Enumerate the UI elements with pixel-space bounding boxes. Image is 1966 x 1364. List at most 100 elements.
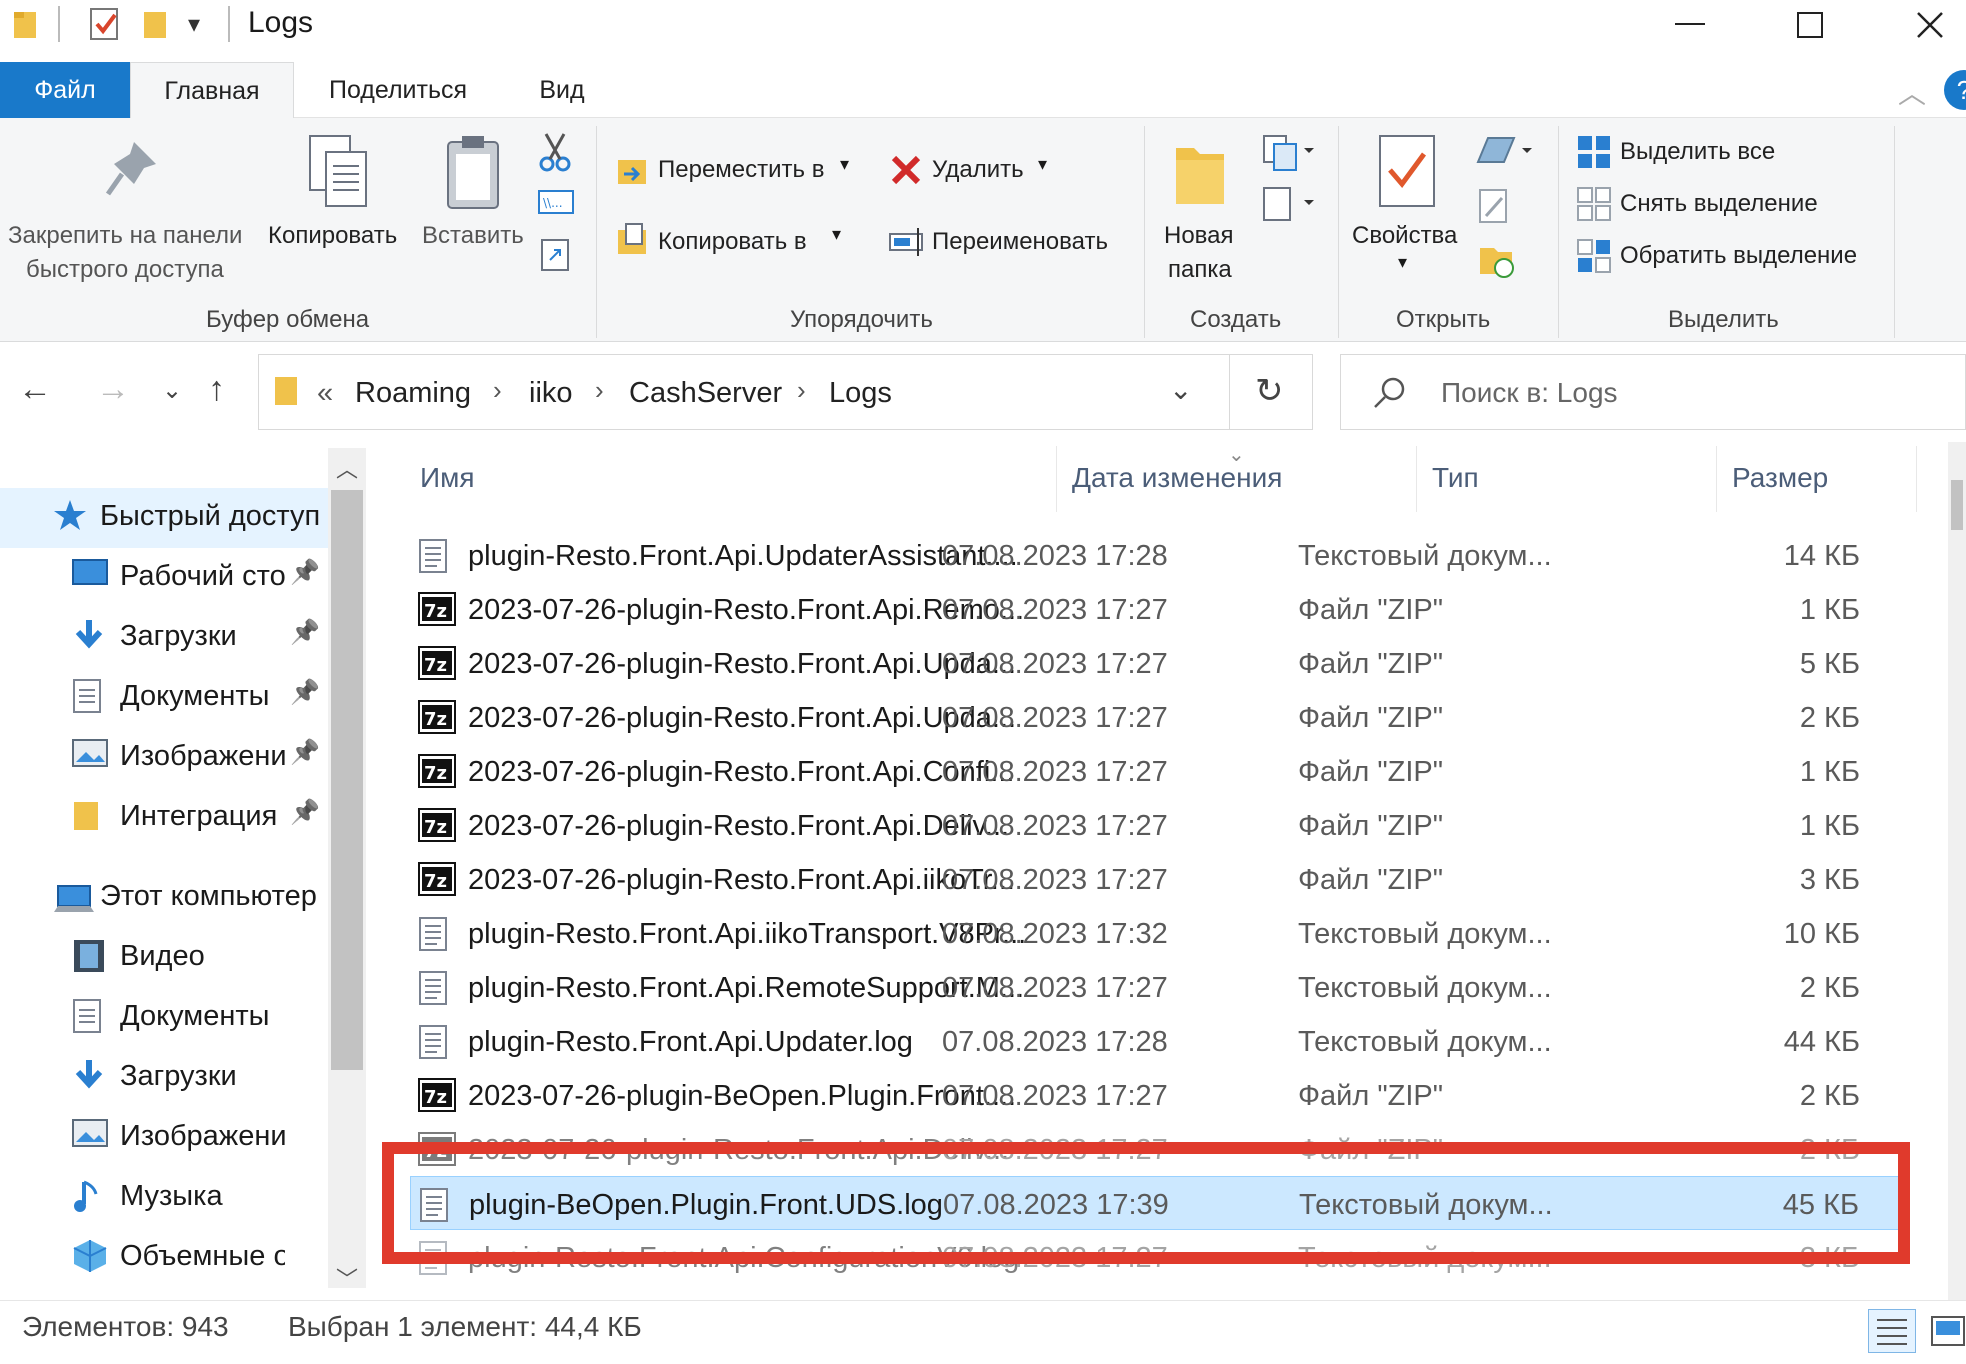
pin-icon[interactable]: 📌 [290,678,320,707]
select-all-icon[interactable] [1576,134,1612,170]
large-icons-view-icon[interactable] [1930,1311,1966,1351]
recent-locations-icon[interactable]: ⌄ [162,376,182,405]
select-none-button[interactable]: Снять выделение [1620,190,1818,218]
nav-this-pc[interactable]: Этот компьютер [100,880,326,913]
column-size[interactable]: Размер [1732,462,1828,494]
nav-item[interactable]: Изображения 📌 [0,728,330,784]
new-item-icon[interactable] [1260,132,1316,172]
file-row[interactable]: plugin-Resto.Front.Api.iikoTransport.V8P… [410,906,1900,960]
new-folder-quick-icon[interactable] [142,8,170,40]
paste-icon[interactable] [444,132,504,212]
refresh-icon[interactable]: ↻ [1255,371,1284,411]
file-row[interactable]: 7z 2023-07-26-plugin-Resto.Front.Api.iiko… [410,852,1900,906]
details-view-icon[interactable] [1868,1309,1916,1353]
scroll-up-icon[interactable]: ︿ [336,452,358,484]
column-date[interactable]: Дата изменения [1072,462,1282,494]
new-folder-label-2[interactable]: папка [1168,256,1232,284]
breadcrumb-iiko[interactable]: iiko [529,377,573,410]
tab-home[interactable]: Главная [130,62,294,119]
paste-shortcut-icon[interactable] [540,234,572,272]
quick-access-dropdown-icon[interactable]: ▾ [188,10,200,39]
help-icon[interactable]: ? [1944,70,1966,110]
column-type[interactable]: Тип [1432,462,1479,494]
easy-access-icon[interactable] [1260,184,1316,224]
nav-item[interactable]: Объемные объекты [0,1228,330,1284]
breadcrumb-logs[interactable]: Logs [829,377,892,410]
nav-scrollbar-thumb[interactable] [331,490,363,1070]
pin-icon[interactable]: 📌 [290,558,320,587]
pin-icon[interactable]: 📌 [290,798,320,827]
copy-to-icon[interactable] [616,222,650,258]
history-icon[interactable] [1478,242,1514,278]
nav-item[interactable]: Документы 📌 [0,668,330,724]
pin-icon[interactable] [104,138,160,202]
copy-button[interactable]: Копировать [268,222,397,250]
select-none-icon[interactable] [1576,186,1612,222]
file-row[interactable]: 7z 2023-07-26-plugin-Resto.Front.Api.Deli… [410,798,1900,852]
column-separator[interactable] [1056,446,1057,512]
forward-arrow-icon[interactable]: → [96,370,130,409]
search-box[interactable]: Поиск в: Logs [1340,354,1966,430]
delete-icon[interactable] [890,154,922,186]
file-row[interactable]: 7z 2023-07-26-plugin-BeOpen.Plugin.Front.… [410,1068,1900,1122]
rename-button[interactable]: Переименовать [932,228,1108,256]
delete-dropdown-icon[interactable]: ▾ [1038,154,1047,175]
tab-view[interactable]: Вид [520,62,604,118]
copy-to-button[interactable]: Копировать в [658,228,807,256]
nav-item[interactable]: Рабочий стол 📌 [0,548,330,604]
new-folder-icon[interactable] [1172,138,1228,208]
file-row[interactable]: plugin-Resto.Front.Api.Updater.log 07.08.… [410,1014,1900,1068]
column-separator[interactable] [1716,446,1717,512]
tab-file[interactable]: Файл [0,62,130,118]
select-all-button[interactable]: Выделить все [1620,138,1775,166]
copy-to-dropdown-icon[interactable]: ▾ [832,224,841,245]
file-list-scrollbar-thumb[interactable] [1951,480,1963,530]
move-to-icon[interactable] [616,152,650,188]
properties-icon[interactable] [1378,134,1438,210]
close-button[interactable] [1880,0,1966,50]
nav-item[interactable]: Интеграция 📌 [0,788,330,844]
pin-icon[interactable]: 📌 [290,738,320,767]
file-row[interactable]: 7z 2023-07-26-plugin-Resto.Front.Api.Remo… [410,582,1900,636]
chevron-right-icon[interactable]: › [493,375,502,406]
column-name[interactable]: Имя [420,462,475,494]
pin-label-2[interactable]: быстрого доступа [26,256,224,284]
maximize-button[interactable] [1760,0,1860,50]
properties-button[interactable]: Свойства [1352,222,1457,250]
search-input[interactable]: Поиск в: Logs [1441,377,1618,409]
column-separator[interactable] [1916,446,1917,512]
properties-quick-icon[interactable] [88,6,122,42]
paste-button[interactable]: Вставить [422,222,524,250]
tab-share[interactable]: Поделиться [318,62,478,118]
pin-icon[interactable]: 📌 [290,618,320,647]
nav-quick-access[interactable]: Быстрый доступ [100,500,326,533]
cut-icon[interactable] [538,132,572,172]
nav-item[interactable]: Видео [0,928,330,984]
breadcrumb-roaming[interactable]: Roaming [355,377,471,410]
nav-item[interactable]: Документы [0,988,330,1044]
nav-item[interactable]: Музыка [0,1168,330,1224]
edit-icon[interactable] [1478,188,1512,226]
invert-selection-icon[interactable] [1576,238,1612,274]
rename-icon[interactable] [888,226,928,258]
minimize-button[interactable] [1640,0,1740,50]
chevron-right-icon[interactable]: › [595,375,604,406]
file-row[interactable]: plugin-Resto.Front.Api.RemoteSupport.M..… [410,960,1900,1014]
copy-icon[interactable] [306,132,370,212]
scroll-down-icon[interactable]: ﹀ [336,1262,358,1294]
breadcrumb-overflow[interactable]: « [317,377,333,410]
breadcrumb-cashserver[interactable]: CashServer [629,377,782,410]
nav-item[interactable]: Загрузки [0,1048,330,1104]
address-bar[interactable]: « Roaming › iiko › CashServer › Logs ⌄ ↻ [258,354,1313,430]
open-icon[interactable] [1474,132,1534,168]
column-separator[interactable] [1416,446,1417,512]
chevron-right-icon[interactable]: › [797,375,806,406]
collapse-ribbon-icon[interactable]: ︿ [1898,72,1926,112]
move-to-button[interactable]: Переместить в [658,156,824,184]
invert-selection-button[interactable]: Обратить выделение [1620,242,1857,270]
back-arrow-icon[interactable]: ← [18,370,52,409]
file-row[interactable]: plugin-Resto.Front.Api.UpdaterAssistant.… [410,528,1900,582]
file-row[interactable]: 7z 2023-07-26-plugin-Resto.Front.Api.Upda… [410,636,1900,690]
nav-item[interactable]: Изображения [0,1108,330,1164]
file-row[interactable]: 7z 2023-07-26-plugin-Resto.Front.Api.Upda… [410,690,1900,744]
